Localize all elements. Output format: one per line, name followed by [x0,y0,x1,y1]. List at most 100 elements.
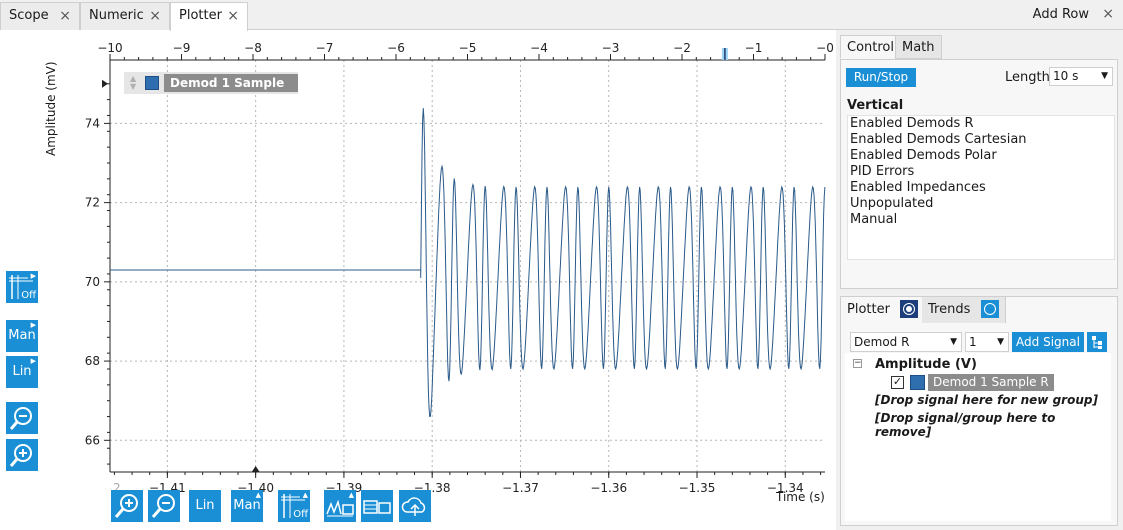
y-marker-icon[interactable] [102,79,108,88]
cloud-upload-button[interactable] [399,490,431,522]
table-folder-button[interactable] [361,490,393,522]
y-zoom-out-button[interactable] [6,402,38,434]
tree-view-button[interactable] [1087,332,1107,352]
tree-view-icon [1092,336,1102,349]
x-range-mode-button[interactable]: Man ▲ [231,490,263,522]
zoom-out-icon [9,407,32,430]
plotter-mode-label: Plotter [847,302,890,317]
tab-numeric[interactable]: Numeric × [80,2,170,30]
close-icon[interactable]: × [59,3,71,29]
tab-trends-mode[interactable]: Trends [922,297,1006,323]
close-icon[interactable]: × [1102,6,1114,22]
y-tick-label: 72 [85,196,100,210]
side-panel: Control Math Run/Stop Length 10 s ▼ Vert… [836,30,1123,530]
close-icon[interactable]: × [227,3,239,29]
top-tick-label: −0 [816,41,834,55]
y-range-mode-button[interactable]: Man ▶ [6,320,38,352]
channel-select[interactable]: 1 ▼ [965,332,1009,352]
y-tick-label: 74 [85,116,100,130]
vertical-preset-list: Enabled Demods R Enabled Demods Cartesia… [847,115,1115,260]
x-scale-button[interactable]: Lin [189,490,221,522]
list-item[interactable]: Enabled Demods Cartesian [848,132,1114,148]
list-item[interactable]: PID Errors [848,164,1114,180]
x-grid-toggle-button[interactable]: ▲ Off [278,490,310,522]
list-item[interactable]: Enabled Impedances [848,180,1114,196]
chevron-down-icon: ▼ [997,337,1004,347]
length-value: 10 s [1053,69,1079,83]
plot-legend[interactable]: ▲ ▼ Demod 1 Sample R [124,72,298,108]
top-tick-label: −2 [673,41,691,55]
channel-select-value: 1 [969,335,977,349]
legend-signal-label: Demod 1 Sample R [164,74,298,108]
plot-canvas[interactable]: −10 −9 −8 −7 −6 −5 −4 −3 −2 −1 −0−1.41 −1.40 −1.39 −1… [0,30,836,530]
tab-numeric-label: Numeric [89,8,144,23]
plot-area: −10 −9 −8 −7 −6 −5 −4 −3 −2 −1 −0 −1.41 −1.40 −1.39 −1… [0,30,836,530]
radio-selected-icon[interactable] [900,299,919,318]
tab-control[interactable]: Control [840,35,901,59]
signal-label[interactable]: Demod 1 Sample R [928,374,1054,391]
x-zoom-in-button[interactable] [111,490,143,522]
x-tick-label: −1.36 [590,481,627,495]
y-zoom-in-button[interactable] [6,439,38,471]
group-label[interactable]: Amplitude (V) [875,357,977,372]
vertical-title: Vertical [847,98,904,113]
radio-unselected-icon[interactable] [980,299,999,318]
tab-plotter-label: Plotter [179,8,222,23]
zoom-out-icon [151,494,175,518]
signal-select[interactable]: Demod R ▼ [850,332,962,352]
grid-state-label: Off [21,290,36,301]
y-tick-label: 66 [85,433,100,447]
control-section: Run/Stop Length 10 s ▼ Vertical Enabled … [840,59,1118,289]
x-range-mode-label: Man [233,498,261,513]
top-tick-label: −1 [745,41,763,55]
table-folder-icon [363,500,391,514]
cursor-folder-button[interactable]: ▲ [324,490,356,522]
zoom-in-icon [114,494,138,518]
y-scale-button[interactable]: Lin ▶ [6,356,38,388]
list-item[interactable]: Manual [848,212,1114,228]
y-grid-toggle-button[interactable]: ▶ Off [6,271,38,303]
cloud-upload-icon [401,497,426,516]
length-select[interactable]: 10 s ▼ [1049,67,1113,86]
run-stop-button[interactable]: Run/Stop [846,68,916,87]
collapse-icon[interactable]: − [853,359,862,368]
signal-section: Plotter Trends Demod R ▼ 1 ▼ Add Signal [840,296,1118,526]
add-row-button[interactable]: Add Row [1033,7,1089,22]
drag-handle-icon[interactable]: ▲ ▼ [130,75,136,91]
top-tick-label: −6 [387,41,405,55]
add-signal-button[interactable]: Add Signal [1012,332,1084,352]
dropdown-marker-icon: ▲ [348,491,354,499]
zoom-in-icon [9,444,32,467]
signal-color-swatch[interactable] [910,375,925,390]
dropdown-marker-icon: ▶ [30,357,36,365]
y-tick-label: 70 [85,275,100,289]
signal-select-value: Demod R [854,335,910,349]
drop-remove-zone[interactable]: [Drop signal/group here to remove] [875,411,1111,439]
top-tick-label: −4 [530,41,548,55]
close-icon[interactable]: × [149,3,161,29]
x-tick-label: −1.37 [502,481,539,495]
length-label: Length [1005,70,1050,85]
chevron-down-icon: ▼ [1101,71,1108,81]
drop-new-group-zone[interactable]: [Drop signal here for new group] [875,393,1098,407]
top-tick-label: −3 [602,41,620,55]
list-item[interactable]: Unpopulated [848,196,1114,212]
x-axis-label: Time (s) [776,490,825,504]
tab-plotter-mode[interactable]: Plotter [841,297,926,323]
y-scale-label: Lin [12,364,32,379]
dropdown-marker-icon: ▲ [302,491,308,499]
top-tick-label: −5 [459,41,477,55]
top-tick-label: −7 [316,41,334,55]
tab-scope[interactable]: Scope × [0,2,80,30]
x-zoom-out-button[interactable] [148,490,180,522]
tab-scope-label: Scope [9,8,49,23]
tab-math[interactable]: Math [895,35,942,59]
dropdown-marker-icon: ▶ [30,321,36,329]
grid-state-label: Off [293,509,308,520]
signal-checkbox[interactable]: ✓ [891,376,904,389]
list-item[interactable]: Enabled Demods Polar [848,148,1114,164]
y-range-mode-label: Man [8,328,36,343]
tab-plotter[interactable]: Plotter × [170,2,248,31]
list-item[interactable]: Enabled Demods R [848,116,1114,132]
x-tick-label: −1.35 [679,481,716,495]
